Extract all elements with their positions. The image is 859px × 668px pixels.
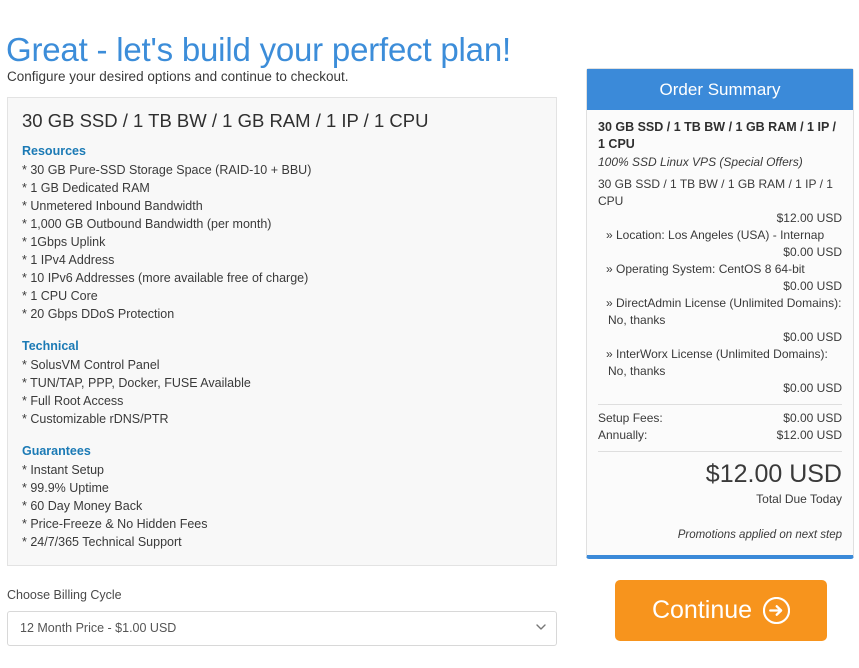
checkout-configure-page: Great - let's build your perfect plan! C… (0, 0, 859, 668)
spec-group-technical: Technical * SolusVM Control Panel * TUN/… (22, 337, 542, 428)
summary-config-price: $0.00 USD (783, 279, 842, 293)
spec-list-resources: * 30 GB Pure-SSD Storage Space (RAID-10 … (22, 161, 542, 323)
spec-item: * 60 Day Money Back (22, 499, 143, 513)
summary-config-price: $0.00 USD (783, 245, 842, 259)
billing-cycle-select[interactable]: 12 Month Price - $1.00 USD (7, 611, 557, 646)
spec-item: * Customizable rDNS/PTR (22, 412, 169, 426)
spec-group-guarantees: Guarantees * Instant Setup * 99.9% Uptim… (22, 442, 542, 551)
spec-item: * SolusVM Control Panel (22, 358, 160, 372)
spec-item: * 10 IPv6 Addresses (more available free… (22, 271, 309, 285)
spec-item: * 99.9% Uptime (22, 481, 109, 495)
summary-setup-fees-label: Setup Fees: (598, 411, 663, 425)
summary-promo-note: Promotions applied on next step (677, 529, 842, 541)
summary-divider (598, 451, 842, 452)
spec-list-guarantees: * Instant Setup * 99.9% Uptime * 60 Day … (22, 461, 542, 551)
summary-config-label: » DirectAdmin License (Unlimited Domains… (606, 296, 842, 327)
order-summary-body: 30 GB SSD / 1 TB BW / 1 GB RAM / 1 IP / … (587, 110, 853, 544)
spec-item: * 1 CPU Core (22, 289, 98, 303)
summary-config-label: » Location: Los Angeles (USA) - Internap (606, 228, 825, 242)
continue-button-label: Continue (651, 596, 753, 624)
spec-heading-guarantees: Guarantees (22, 444, 91, 458)
summary-grand-total-label: Total Due Today (756, 492, 842, 506)
summary-recurring-value: $12.00 USD (776, 428, 842, 442)
spec-item: * 24/7/365 Technical Support (22, 535, 182, 549)
billing-cycle-select-wrapper: 12 Month Price - $1.00 USD (7, 611, 557, 646)
summary-divider (598, 404, 842, 405)
order-summary-header: Order Summary (587, 69, 853, 110)
spec-heading-technical: Technical (22, 339, 79, 353)
spec-item: * Unmetered Inbound Bandwidth (22, 199, 203, 213)
spec-item: * 1 GB Dedicated RAM (22, 181, 150, 195)
product-details-panel: 30 GB SSD / 1 TB BW / 1 GB RAM / 1 IP / … (7, 97, 557, 566)
summary-product-title: 30 GB SSD / 1 TB BW / 1 GB RAM / 1 IP / … (598, 120, 837, 151)
spec-item: * 1 IPv4 Address (22, 253, 115, 267)
spec-heading-resources: Resources (22, 144, 86, 158)
summary-base-line: 30 GB SSD / 1 TB BW / 1 GB RAM / 1 IP / … (598, 177, 833, 208)
spec-item: * 1,000 GB Outbound Bandwidth (per month… (22, 217, 272, 231)
spec-item: * 30 GB Pure-SSD Storage Space (RAID-10 … (22, 163, 312, 177)
summary-recurring-label: Annually: (598, 428, 648, 442)
page-subtitle: Configure your desired options and conti… (7, 69, 349, 84)
billing-cycle-label: Choose Billing Cycle (7, 588, 122, 602)
summary-config-label: » InterWorx License (Unlimited Domains):… (606, 347, 828, 378)
summary-base-price: $12.00 USD (776, 211, 842, 225)
summary-recurring-row: Annually: $12.00 USD (598, 427, 842, 444)
summary-grand-total: $12.00 USD (705, 460, 842, 488)
summary-config-price: $0.00 USD (783, 330, 842, 344)
spec-item: * Instant Setup (22, 463, 105, 477)
summary-setup-fees-row: Setup Fees: $0.00 USD (598, 410, 842, 427)
continue-button[interactable]: Continue (615, 580, 827, 641)
spec-item: * 20 Gbps DDoS Protection (22, 307, 175, 321)
spec-group-resources: Resources * 30 GB Pure-SSD Storage Space… (22, 142, 542, 323)
spec-item: * 1Gbps Uplink (22, 235, 106, 249)
summary-config-label: » Operating System: CentOS 8 64-bit (606, 262, 805, 276)
summary-product-subtitle: 100% SSD Linux VPS (Special Offers) (598, 155, 803, 169)
arrow-right-circle-icon (763, 597, 791, 624)
summary-setup-fees-value: $0.00 USD (783, 411, 842, 425)
spec-item: * TUN/TAP, PPP, Docker, FUSE Available (22, 376, 251, 390)
page-title: Great - let's build your perfect plan! (6, 31, 511, 69)
summary-config-price: $0.00 USD (783, 381, 842, 395)
spec-item: * Full Root Access (22, 394, 124, 408)
order-summary-panel: Order Summary 30 GB SSD / 1 TB BW / 1 GB… (586, 68, 854, 559)
spec-list-technical: * SolusVM Control Panel * TUN/TAP, PPP, … (22, 356, 542, 428)
spec-item: * Price-Freeze & No Hidden Fees (22, 517, 208, 531)
product-name: 30 GB SSD / 1 TB BW / 1 GB RAM / 1 IP / … (22, 110, 429, 131)
